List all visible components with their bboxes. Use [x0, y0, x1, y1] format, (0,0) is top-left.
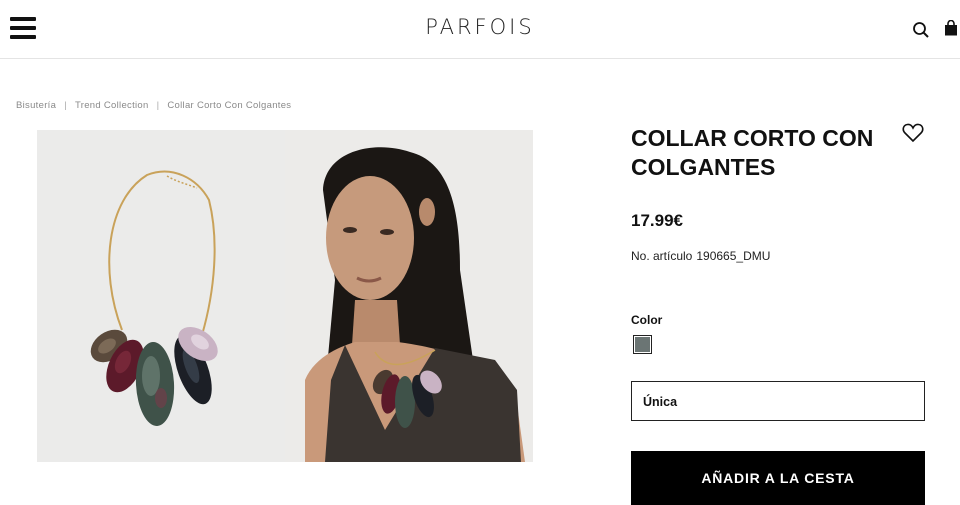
product-sku: No. artículo 190665_DMU	[631, 249, 770, 263]
breadcrumb-item-bisuteria[interactable]: Bisutería	[16, 100, 56, 111]
heart-outline-icon[interactable]	[902, 123, 924, 143]
site-header: PARFOIS	[0, 0, 960, 59]
breadcrumb-separator: |	[64, 100, 67, 111]
shopping-bag-icon[interactable]	[944, 19, 958, 36]
color-label: Color	[631, 313, 663, 327]
product-price: 17.99€	[631, 211, 683, 230]
breadcrumb-item-current[interactable]: Collar Corto Con Colgantes	[167, 100, 291, 111]
color-swatch[interactable]	[633, 335, 652, 354]
breadcrumb-item-trend-collection[interactable]: Trend Collection	[75, 100, 149, 111]
product-image-model[interactable]	[285, 130, 533, 462]
search-icon[interactable]	[912, 21, 930, 39]
breadcrumb-separator: |	[156, 100, 160, 111]
brand-logo[interactable]: PARFOIS	[0, 15, 960, 39]
sku-value: 190665_DMU	[696, 249, 771, 263]
product-title: COLLAR CORTO CON COLGANTES	[631, 125, 874, 180]
product-image-main[interactable]	[37, 130, 285, 462]
breadcrumb: Bisutería | Trend Collection | Collar Corto …	[16, 100, 291, 111]
size-select[interactable]: Única	[631, 381, 925, 421]
add-to-cart-button[interactable]: AÑADIR A LA CESTA	[631, 451, 925, 505]
sku-label: No. artículo	[631, 249, 693, 263]
